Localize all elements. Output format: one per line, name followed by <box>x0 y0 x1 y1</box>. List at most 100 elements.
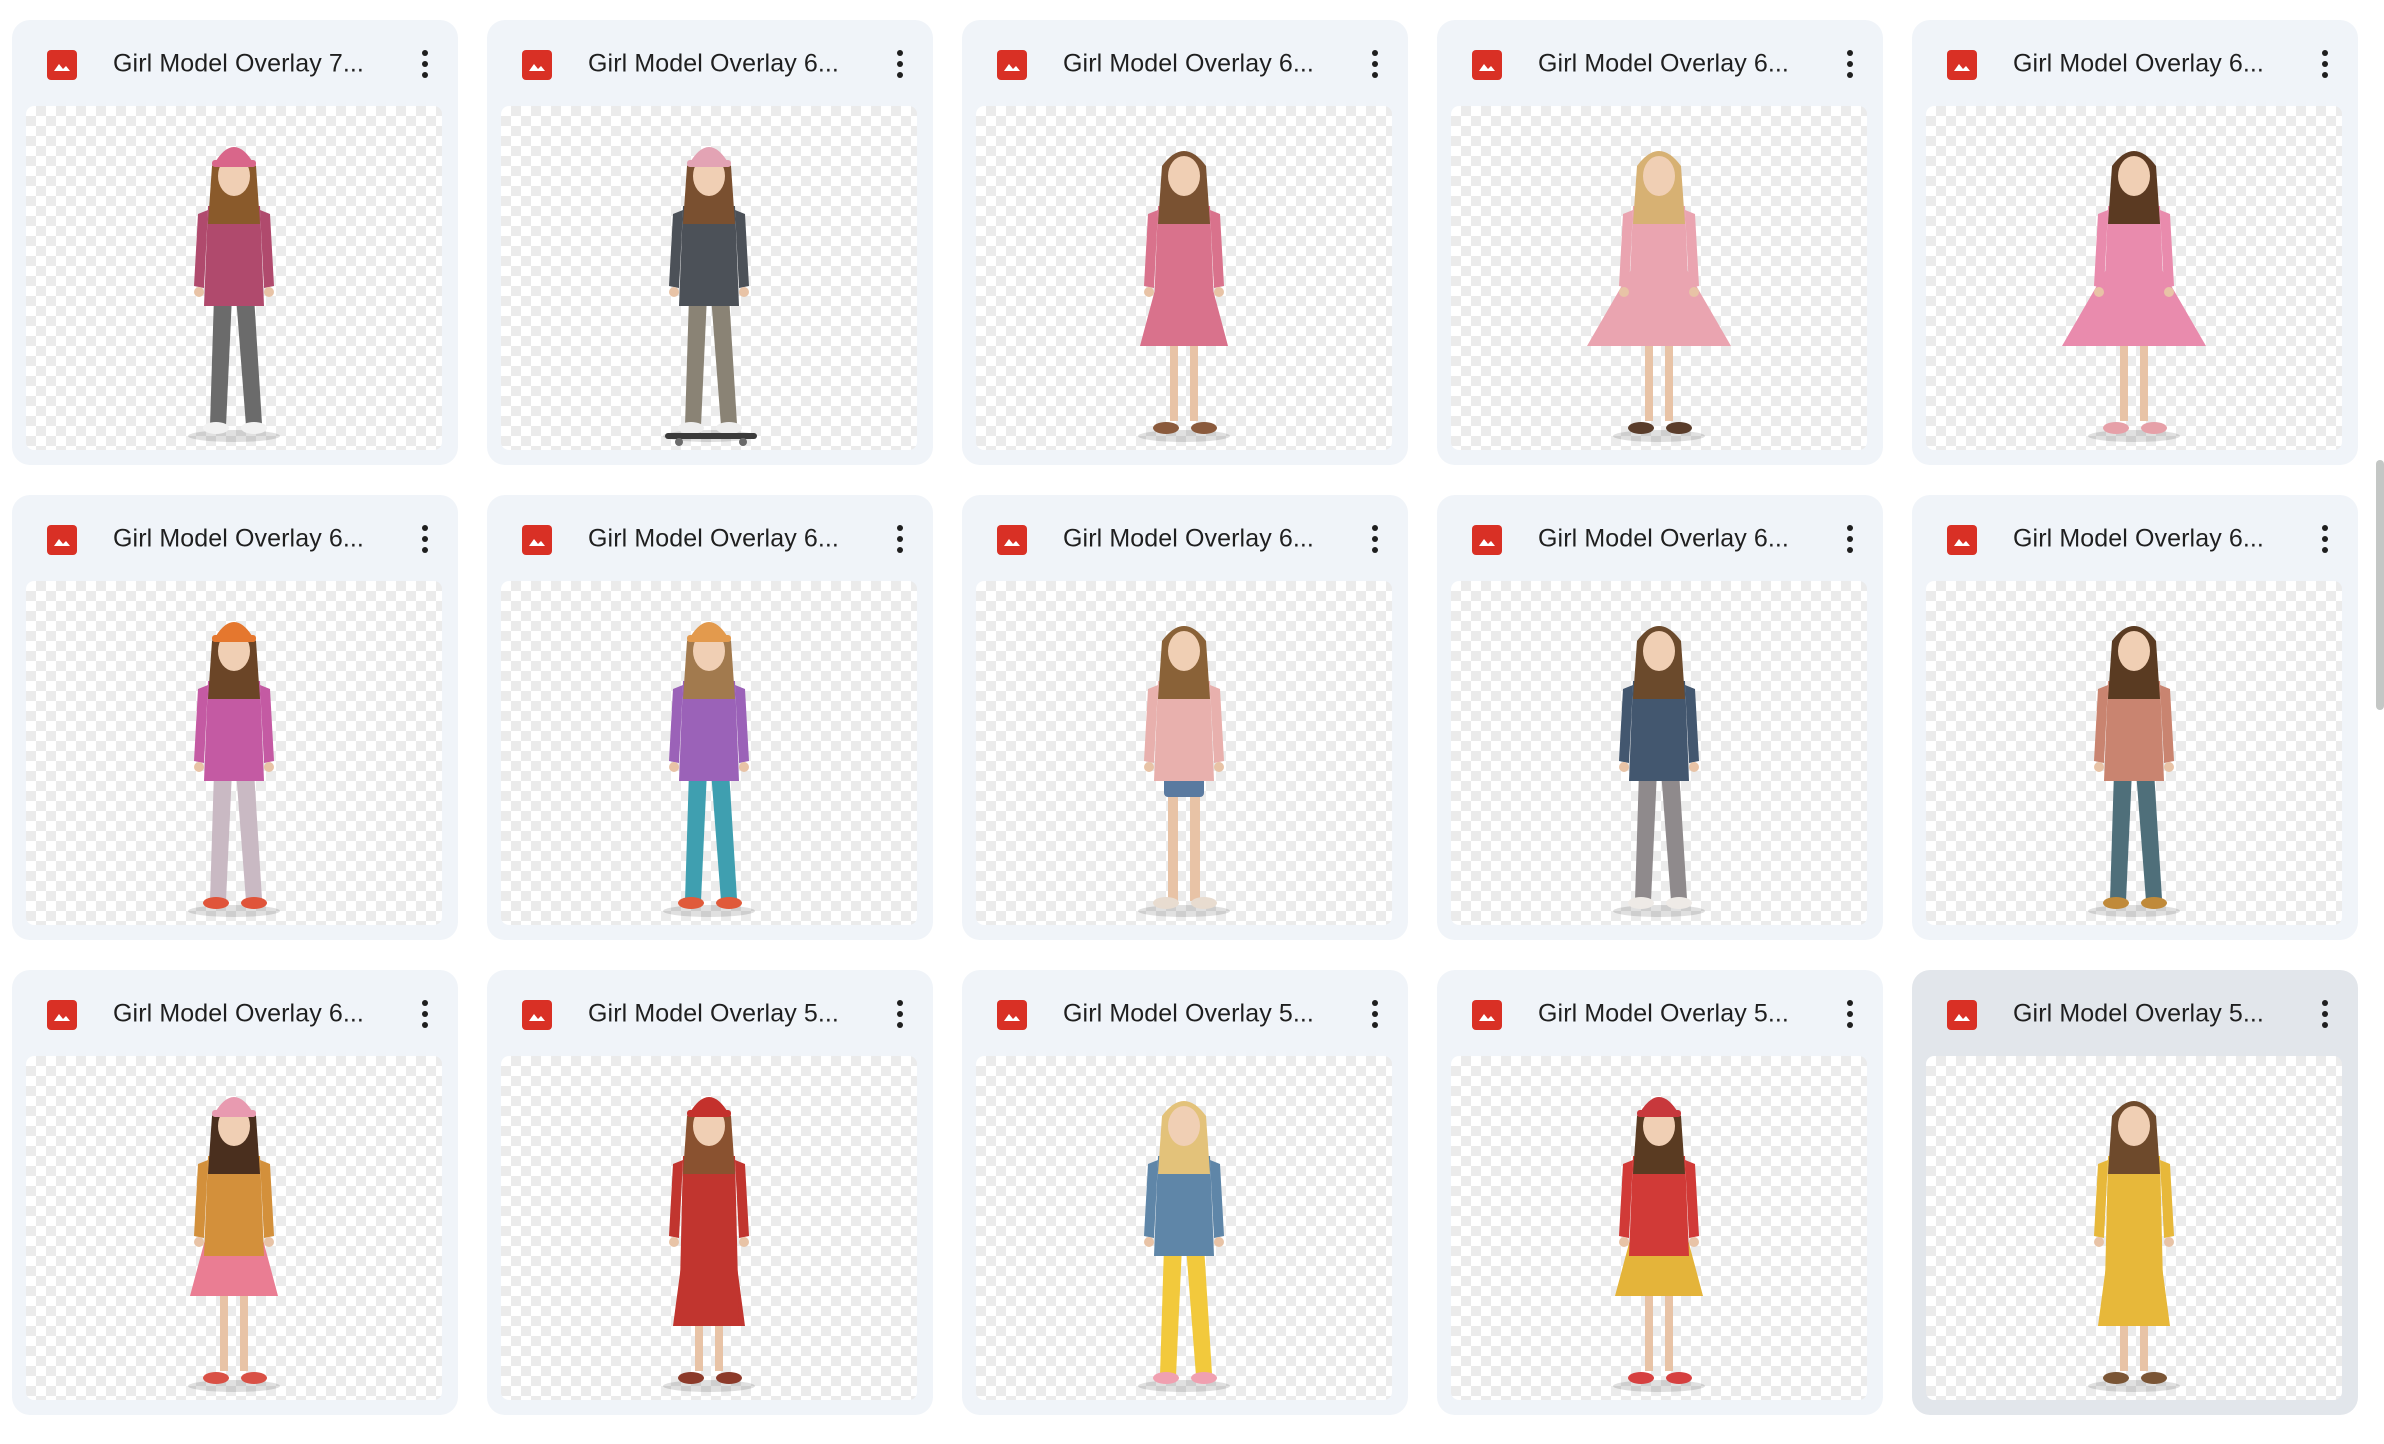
shoe <box>716 1372 742 1384</box>
file-grid: Girl Model Overlay 7... Girl Model Overl… <box>12 20 2358 1415</box>
more-options-icon[interactable] <box>876 990 924 1038</box>
arm <box>735 1160 749 1238</box>
file-thumbnail[interactable] <box>976 1056 1392 1400</box>
file-title: Girl Model Overlay 5... <box>2013 999 2264 1028</box>
file-thumbnail[interactable] <box>1926 581 2342 925</box>
file-title: Girl Model Overlay 5... <box>1063 999 1314 1028</box>
leg <box>240 1286 248 1371</box>
pant-leg <box>1635 771 1657 901</box>
more-options-icon[interactable] <box>1351 40 1399 88</box>
shoe <box>2141 1372 2167 1384</box>
hat-brim <box>212 635 256 642</box>
file-thumbnail[interactable] <box>1926 1056 2342 1400</box>
file-card-6[interactable]: Girl Model Overlay 6... <box>12 495 458 940</box>
hand <box>194 762 204 772</box>
girl-figure <box>1613 626 1705 917</box>
more-options-icon[interactable] <box>1826 515 1874 563</box>
file-thumbnail[interactable] <box>501 106 917 450</box>
shoe <box>1153 897 1179 909</box>
girl-figure <box>663 622 755 917</box>
file-card-header: Girl Model Overlay 6... <box>962 495 1408 581</box>
file-card-10[interactable]: Girl Model Overlay 6... <box>1912 495 2358 940</box>
pant-leg <box>236 771 262 901</box>
file-card-header: Girl Model Overlay 6... <box>1912 495 2358 581</box>
file-card-11[interactable]: Girl Model Overlay 6... <box>12 970 458 1415</box>
girl-figure <box>1138 151 1230 442</box>
file-thumbnail[interactable] <box>26 1056 442 1400</box>
hand <box>2164 287 2174 297</box>
file-card-5[interactable]: Girl Model Overlay 6... <box>1912 20 2358 465</box>
file-thumbnail[interactable] <box>1926 106 2342 450</box>
pant-leg <box>1186 1246 1212 1376</box>
shadow <box>663 1380 755 1392</box>
face <box>2118 1106 2150 1146</box>
more-options-icon[interactable] <box>2301 515 2349 563</box>
girl-figure <box>2088 626 2180 917</box>
leg <box>2120 336 2128 421</box>
file-card-header: Girl Model Overlay 6... <box>1912 20 2358 106</box>
file-thumbnail[interactable] <box>26 581 442 925</box>
file-title: Girl Model Overlay 6... <box>1538 49 1789 78</box>
file-thumbnail[interactable] <box>976 106 1392 450</box>
leg <box>1190 336 1198 421</box>
hand <box>1144 762 1154 772</box>
file-card-12[interactable]: Girl Model Overlay 5... <box>487 970 933 1415</box>
more-options-icon[interactable] <box>876 40 924 88</box>
leg <box>1190 793 1200 901</box>
image-file-icon <box>47 525 77 555</box>
file-thumbnail[interactable] <box>1451 1056 1867 1400</box>
thumbnail-image <box>1138 1101 1230 1392</box>
file-card-8[interactable]: Girl Model Overlay 6... <box>962 495 1408 940</box>
shoe <box>2141 897 2167 909</box>
arm <box>2160 1160 2174 1238</box>
shadow <box>663 905 755 917</box>
file-thumbnail[interactable] <box>976 581 1392 925</box>
girl-figure <box>1138 1101 1230 1392</box>
file-thumbnail[interactable] <box>1451 106 1867 450</box>
girl-figure <box>1138 626 1230 917</box>
pant-leg <box>210 296 232 426</box>
more-options-icon[interactable] <box>876 515 924 563</box>
more-options-icon[interactable] <box>1826 40 1874 88</box>
file-card-header: Girl Model Overlay 6... <box>12 970 458 1056</box>
file-card-2[interactable]: Girl Model Overlay 6... <box>487 20 933 465</box>
file-card-14[interactable]: Girl Model Overlay 5... <box>1437 970 1883 1415</box>
file-card-3[interactable]: Girl Model Overlay 6... <box>962 20 1408 465</box>
file-card-13[interactable]: Girl Model Overlay 5... <box>962 970 1408 1415</box>
more-options-icon[interactable] <box>1351 515 1399 563</box>
shoe <box>241 422 267 434</box>
shoe <box>678 897 704 909</box>
more-options-icon[interactable] <box>1351 990 1399 1038</box>
leg <box>1665 336 1673 421</box>
file-title: Girl Model Overlay 6... <box>113 999 364 1028</box>
shadow <box>188 905 280 917</box>
more-options-icon[interactable] <box>401 40 449 88</box>
file-thumbnail[interactable] <box>26 106 442 450</box>
shadow <box>1138 1380 1230 1392</box>
file-card-9[interactable]: Girl Model Overlay 6... <box>1437 495 1883 940</box>
file-card-1[interactable]: Girl Model Overlay 7... <box>12 20 458 465</box>
more-options-icon[interactable] <box>401 990 449 1038</box>
file-card-7[interactable]: Girl Model Overlay 6... <box>487 495 933 940</box>
shoe <box>716 422 742 434</box>
file-card-header: Girl Model Overlay 6... <box>487 20 933 106</box>
more-options-icon[interactable] <box>401 515 449 563</box>
file-thumbnail[interactable] <box>501 1056 917 1400</box>
more-options-icon[interactable] <box>2301 40 2349 88</box>
wheel <box>675 438 683 446</box>
more-options-icon[interactable] <box>2301 990 2349 1038</box>
shadow <box>1138 905 1230 917</box>
file-thumbnail[interactable] <box>1451 581 1867 925</box>
thumbnail-image <box>1138 151 1230 442</box>
shoe <box>678 422 704 434</box>
file-thumbnail[interactable] <box>501 581 917 925</box>
more-options-icon[interactable] <box>1826 990 1874 1038</box>
face <box>1168 631 1200 671</box>
file-card-15[interactable]: Girl Model Overlay 5... <box>1912 970 2358 1415</box>
file-title: Girl Model Overlay 6... <box>2013 524 2264 553</box>
vertical-scrollbar[interactable] <box>2376 460 2384 710</box>
file-card-header: Girl Model Overlay 5... <box>962 970 1408 1056</box>
thumbnail-image <box>1613 1097 1705 1392</box>
shadow <box>1613 1380 1705 1392</box>
file-card-4[interactable]: Girl Model Overlay 6... <box>1437 20 1883 465</box>
